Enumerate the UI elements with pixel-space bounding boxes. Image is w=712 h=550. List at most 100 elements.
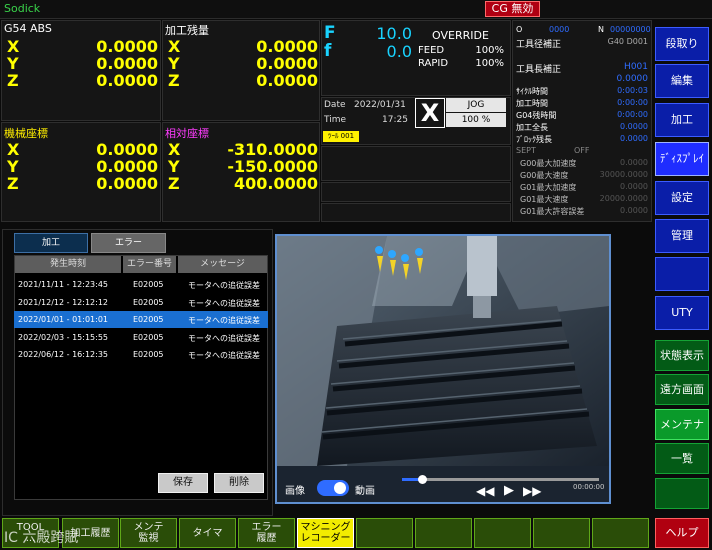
info-row-label: ｻｲｸﾙ時間 — [516, 87, 548, 96]
green-side-button[interactable]: メンテナンス — [655, 409, 709, 460]
info-row-label: 加工全長 — [516, 123, 548, 132]
error-time: 2022/02/03 - 15:15:55 — [18, 332, 109, 342]
info-row-label: 加工時間 — [516, 99, 548, 108]
info-row-value: 0:00:00 — [617, 98, 648, 107]
soft-key[interactable]: メンテ 監視 — [120, 518, 177, 548]
abs-z-value: 0.0000 — [96, 71, 158, 90]
side-button[interactable]: UTY — [655, 296, 709, 330]
date-label: Date — [324, 100, 346, 110]
abs-z-label: Z — [7, 71, 19, 90]
delete-button[interactable]: 削除 — [214, 473, 264, 493]
g-row-value: 0.0000 — [620, 182, 648, 191]
green-side-button[interactable] — [655, 478, 709, 509]
machine-coords-title: 機械座標 — [4, 127, 48, 140]
table-row[interactable]: 2022/06/12 - 16:12:35 E02005 モータへの追従誤差 — [14, 346, 268, 363]
progress-knob[interactable] — [417, 475, 427, 484]
media-time: 00:00:00 — [573, 483, 605, 491]
side-button[interactable]: 編集 — [655, 64, 709, 98]
cg-status-badge[interactable]: CG 無効 — [485, 1, 540, 17]
info-row-label: ﾌﾞﾛｯｸ残長 — [516, 135, 552, 144]
side-button[interactable] — [655, 257, 709, 291]
info-row-value: 0.0000 — [620, 122, 648, 131]
play-icon[interactable]: ▶ — [504, 483, 514, 498]
o-label: O — [516, 25, 523, 34]
n-label: N — [598, 25, 604, 34]
soft-key[interactable] — [415, 518, 472, 548]
soft-key[interactable]: エラー 履歴 — [238, 518, 295, 548]
soft-key-label: タイマ — [192, 527, 223, 539]
error-message: モータへの追従誤差 — [188, 351, 260, 360]
feed-label: FEED — [418, 45, 445, 56]
g-row-value: 0.0000 — [620, 158, 648, 167]
g-row-label: G00最大加速度 — [520, 159, 577, 168]
rapid-pct: 100% — [475, 58, 504, 69]
save-button[interactable]: 保存 — [158, 473, 208, 493]
tool-dia-label: 工具径補正 — [516, 40, 562, 50]
tool-len-label: 工具長補正 — [516, 65, 562, 75]
feed-pct: 100% — [475, 45, 504, 56]
soft-key[interactable] — [592, 518, 649, 548]
error-code: E02005 — [133, 280, 164, 289]
error-header-time: 発生時刻 — [15, 256, 121, 273]
tab-machining[interactable]: 加工 — [14, 233, 88, 253]
info-row-label: G04残時間 — [516, 111, 557, 120]
relative-z-value: 400.0000 — [233, 174, 318, 193]
help-button[interactable]: ヘルプ — [655, 518, 709, 548]
g-row-label: G01最大速度 — [520, 195, 569, 204]
fast-forward-icon[interactable]: ▶▶ — [523, 484, 541, 498]
tab-error[interactable]: エラー — [91, 233, 166, 253]
status-panel-2 — [321, 182, 511, 202]
info-row-value: 0:00:00 — [617, 110, 648, 119]
side-button[interactable]: 設定 — [655, 181, 709, 215]
soft-key[interactable]: マシニング レコーダー — [297, 518, 354, 548]
table-row[interactable]: 2022/01/01 - 01:01:01 E02005 モータへの追従誤差 — [14, 311, 268, 328]
sept-label: SEPT — [516, 146, 536, 155]
image-video-toggle[interactable] — [317, 480, 349, 496]
fs-label: f — [324, 41, 332, 61]
soft-key-label: エラー 履歴 — [251, 522, 282, 544]
table-row[interactable]: 2021/11/11 - 12:23:45 E02005 モータへの追従誤差 — [14, 276, 268, 293]
jog-axis-indicator[interactable]: X — [415, 98, 445, 128]
tool-tag: ﾂｰﾙ 001 — [323, 131, 359, 142]
soft-key[interactable] — [474, 518, 531, 548]
brand-label: Sodick — [4, 2, 41, 15]
soft-key[interactable] — [356, 518, 413, 548]
side-button[interactable]: 加工 — [655, 103, 709, 137]
time-label: Time — [324, 115, 347, 125]
side-button[interactable]: 管理 — [655, 219, 709, 253]
o-value: 0000 — [549, 25, 570, 34]
status-panel-3 — [321, 203, 511, 222]
g-row-label: G01最大許容誤差 — [520, 207, 585, 216]
error-message: モータへの追従誤差 — [188, 298, 260, 308]
tool-len-amount: 0.0000 — [616, 74, 649, 84]
g-row-label: G00最大速度 — [520, 171, 569, 180]
green-side-button[interactable]: 状態表示 — [655, 340, 709, 371]
machine-z-value: 0.0000 — [96, 174, 158, 193]
time-value: 17:25 — [382, 115, 408, 125]
jog-percent: 100 % — [446, 113, 506, 127]
green-side-button[interactable]: 遠方画面 — [655, 374, 709, 405]
fs-value: 0.0 — [386, 42, 412, 61]
error-message: モータへの追従誤差 — [188, 333, 260, 343]
green-side-button[interactable]: 一覧 — [655, 443, 709, 474]
video-label: 動画 — [355, 486, 375, 497]
side-button[interactable]: 段取り — [655, 27, 709, 61]
soft-key[interactable]: タイマ — [179, 518, 236, 548]
error-time: 2022/01/01 - 01:01:01 — [18, 315, 109, 324]
progress-track[interactable] — [402, 475, 599, 484]
n-value: 00000000 — [610, 25, 651, 34]
f-label: F — [324, 23, 336, 43]
table-row[interactable]: 2021/12/12 - 12:12:12 E02005 モータへの追従誤差 — [14, 294, 268, 311]
relative-z-label: Z — [168, 174, 180, 193]
table-row[interactable]: 2022/02/03 - 15:15:55 E02005 モータへの追従誤差 — [14, 329, 268, 346]
abs-coords-title: G54 ABS — [4, 22, 52, 35]
info-row-value: 0:00:03 — [617, 86, 648, 95]
side-button[interactable]: ﾃﾞｨｽﾌﾟﾚｲ — [655, 142, 709, 176]
rewind-icon[interactable]: ◀◀ — [476, 484, 494, 498]
remain-coords-title: 加工残量 — [165, 24, 209, 37]
image-label: 画像 — [285, 486, 305, 497]
relative-coords-title: 相対座標 — [165, 127, 209, 140]
camera-view: 画像 動画 00:00:00 ◀◀ ▶ ▶▶ — [275, 234, 611, 504]
soft-key[interactable] — [533, 518, 590, 548]
g-row-label: G01最大加速度 — [520, 183, 577, 192]
